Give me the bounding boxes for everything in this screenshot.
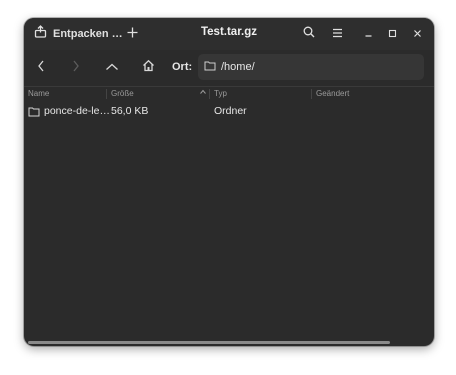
location-toolbar: Ort: /home/ [24,50,434,86]
menu-button[interactable] [327,24,347,44]
horizontal-scrollbar[interactable] [28,341,390,344]
column-type[interactable]: Typ [210,87,311,101]
home-button[interactable] [136,56,160,80]
column-size[interactable]: Größe [107,87,209,101]
forward-button[interactable] [64,56,88,80]
column-modified-label: Geändert [316,89,350,98]
file-size: 56,0 KB [111,105,149,117]
extract-button[interactable]: Entpacken … [30,23,123,45]
column-modified[interactable]: Geändert [312,87,434,101]
folder-icon [28,106,40,120]
folder-icon [204,58,216,76]
header-bar: Entpacken … Test.tar.gz [24,18,434,50]
column-type-label: Typ [214,89,227,98]
location-entry[interactable]: /home/ [198,54,424,80]
column-name[interactable]: Name [24,87,106,101]
minimize-icon [364,25,373,43]
file-name: ponce-de-le… [44,105,110,117]
column-name-label: Name [28,89,50,98]
minimize-button[interactable] [358,24,378,44]
column-size-label: Größe [111,89,134,98]
menu-icon [332,25,343,43]
back-button[interactable] [29,56,53,80]
add-button[interactable] [122,24,142,44]
search-button[interactable] [299,24,319,44]
column-header: Name Größe Typ Geändert [24,86,434,101]
location-value: /home/ [221,61,255,73]
window-title: Test.tar.gz [200,26,258,38]
up-button[interactable] [100,56,124,80]
archive-window: Entpacken … Test.tar.gz Ort: /home/ Name… [24,18,434,346]
file-list: ponce-de-le… 56,0 KB Ordner [24,101,434,123]
maximize-icon [388,25,397,43]
forward-icon [71,59,81,77]
list-item[interactable]: ponce-de-le… 56,0 KB Ordner [24,101,434,123]
close-icon [413,25,422,43]
sort-ascending-icon [199,87,207,100]
home-icon [142,59,155,77]
file-type: Ordner [214,105,247,117]
back-icon [36,59,46,77]
close-button[interactable] [407,24,427,44]
location-label: Ort: [172,61,193,73]
maximize-button[interactable] [382,24,402,44]
extract-label: Entpacken … [53,28,123,40]
search-icon [303,25,315,43]
extract-icon [34,25,47,43]
up-icon [105,59,119,77]
add-icon [127,25,138,43]
